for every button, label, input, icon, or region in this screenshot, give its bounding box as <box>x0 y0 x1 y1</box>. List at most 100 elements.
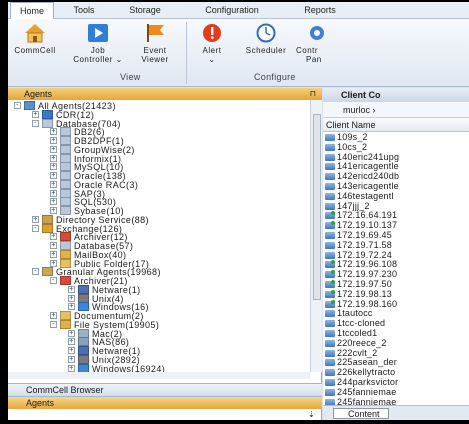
client-computer-icon <box>325 330 335 337</box>
database-icon <box>60 197 71 207</box>
online-status-icon <box>331 299 335 304</box>
expand-toggle[interactable]: + <box>50 242 57 249</box>
collapse-toggle[interactable]: - <box>32 119 39 127</box>
job-controller-button[interactable]: Job Controller ⌄ <box>70 21 126 69</box>
commcell-browser-tab[interactable]: CommCell Browser <box>8 383 322 396</box>
alert-dropdown[interactable]: ⌄ <box>192 55 232 64</box>
pin-icon[interactable]: ⊓ <box>310 88 316 100</box>
expand-toggle[interactable]: + <box>68 294 75 302</box>
expand-toggle[interactable]: + <box>50 198 57 206</box>
expand-toggle[interactable]: + <box>50 250 57 258</box>
database-icon <box>60 188 71 198</box>
menu-tab-tools[interactable]: Tools <box>64 2 104 19</box>
tree-node[interactable]: + Windows(16924) <box>8 363 308 372</box>
chevron-down-icon[interactable]: ⇣ <box>308 410 315 419</box>
expand-toggle[interactable]: + <box>68 303 75 311</box>
database-icon <box>60 144 71 154</box>
expand-toggle[interactable]: + <box>68 364 75 372</box>
expand-toggle[interactable]: + <box>50 128 57 136</box>
expand-toggle[interactable]: + <box>68 347 75 354</box>
archiver-icon <box>60 276 71 285</box>
scheduler-button[interactable]: Scheduler <box>238 21 294 69</box>
menu-tab-storage[interactable]: Storage <box>120 2 170 19</box>
client-computer-icon <box>325 388 335 396</box>
client-pane-title: Client Co <box>341 90 381 100</box>
control-panel-label-2: Pan <box>306 55 322 64</box>
scheduler-label: Scheduler <box>245 46 287 55</box>
client-name: 10cs_2 <box>337 141 368 152</box>
expand-toggle[interactable]: + <box>50 189 57 197</box>
breadcrumb-text: murloc › <box>343 105 376 115</box>
menu-tab-home[interactable]: Home <box>10 2 54 19</box>
expand-toggle[interactable]: + <box>68 338 75 346</box>
control-panel-label-1: Contr <box>296 46 319 55</box>
clock-icon <box>255 23 277 43</box>
agents-pane-title: Agents <box>24 89 53 99</box>
database-icon <box>42 118 53 128</box>
event-viewer-label-1: Event <box>143 46 167 55</box>
nas-icon <box>78 337 89 347</box>
content-tab[interactable]: Content <box>333 408 389 419</box>
agents-icon <box>24 101 35 110</box>
expand-toggle[interactable]: + <box>50 154 57 162</box>
collapse-toggle[interactable]: - <box>50 277 57 284</box>
expand-toggle[interactable]: + <box>50 233 57 241</box>
commcell-button[interactable]: CommCell <box>10 21 60 69</box>
database-icon <box>60 153 71 163</box>
collapse-toggle[interactable]: - <box>32 224 39 232</box>
expand-toggle[interactable]: + <box>50 137 57 144</box>
client-pane-header: Client Co <box>323 88 469 102</box>
tree-vertical-scrollbar[interactable] <box>310 100 322 372</box>
expand-toggle[interactable]: + <box>50 172 57 179</box>
expand-toggle[interactable]: + <box>50 312 57 319</box>
collapse-toggle[interactable]: - <box>50 320 57 328</box>
client-computer-icon <box>325 359 335 367</box>
database-icon <box>60 127 71 137</box>
alert-button[interactable]: Alert ⌄ <box>192 21 232 69</box>
expand-toggle[interactable]: + <box>68 329 75 337</box>
event-viewer-button[interactable]: Event Viewer <box>132 21 178 69</box>
client-computer-icon <box>325 232 335 239</box>
agents-tree: - All Agents(21423) + CDR(12) - Database(704)… <box>8 100 310 372</box>
expand-toggle[interactable]: + <box>32 110 39 118</box>
unix-icon <box>78 354 89 364</box>
client-name: 172.19.97.50 <box>337 279 392 289</box>
breadcrumb[interactable]: murloc › <box>323 102 469 118</box>
agents-tab[interactable]: Agents <box>8 396 322 409</box>
expand-toggle[interactable]: + <box>50 145 57 153</box>
client-computer-icon <box>325 183 335 190</box>
client-computer-icon <box>325 320 335 328</box>
menu-tab-reports[interactable]: Reports <box>294 2 346 19</box>
folder-icon <box>60 258 71 268</box>
menu-tab-configuration[interactable]: Configuration <box>190 2 274 19</box>
job-controller-label-2: Controller ⌄ <box>73 55 123 64</box>
client-name: 172.19.98.13 <box>337 288 392 299</box>
collapse-toggle[interactable]: - <box>32 268 39 276</box>
directory-icon <box>42 214 53 224</box>
expand-toggle[interactable]: + <box>50 259 57 267</box>
netware-icon <box>78 346 89 355</box>
expand-toggle[interactable]: + <box>32 215 39 223</box>
online-status-icon <box>331 280 335 284</box>
tree-horizontal-scrollbar[interactable] <box>8 372 310 379</box>
scrollbar-thumb[interactable] <box>313 114 321 300</box>
client-computer-icon <box>325 202 335 210</box>
unix-icon <box>78 293 89 303</box>
client-name: 226kellytracto <box>337 367 396 378</box>
expand-toggle[interactable]: + <box>50 163 57 171</box>
database-icon <box>60 179 71 189</box>
expand-toggle[interactable]: + <box>50 207 57 214</box>
column-header-client-name[interactable]: Client Name <box>323 118 469 132</box>
expand-toggle[interactable]: + <box>68 355 75 363</box>
client-computers-pane: Client Co murloc › Client Name 109s_2 10c… <box>323 88 469 420</box>
control-panel-button[interactable]: Contr Pan <box>296 21 336 69</box>
client-name: 222cvlt_2 <box>337 347 378 358</box>
client-computer-icon <box>325 379 335 386</box>
client-name: 172.19.97.230 <box>337 269 398 280</box>
client-name: 172.19.72.24 <box>337 249 392 260</box>
client-computer-icon <box>325 173 335 181</box>
collapse-toggle[interactable]: - <box>14 102 21 109</box>
mac-icon <box>78 328 89 338</box>
expand-toggle[interactable]: + <box>50 180 57 188</box>
expand-toggle[interactable]: + <box>68 285 75 293</box>
